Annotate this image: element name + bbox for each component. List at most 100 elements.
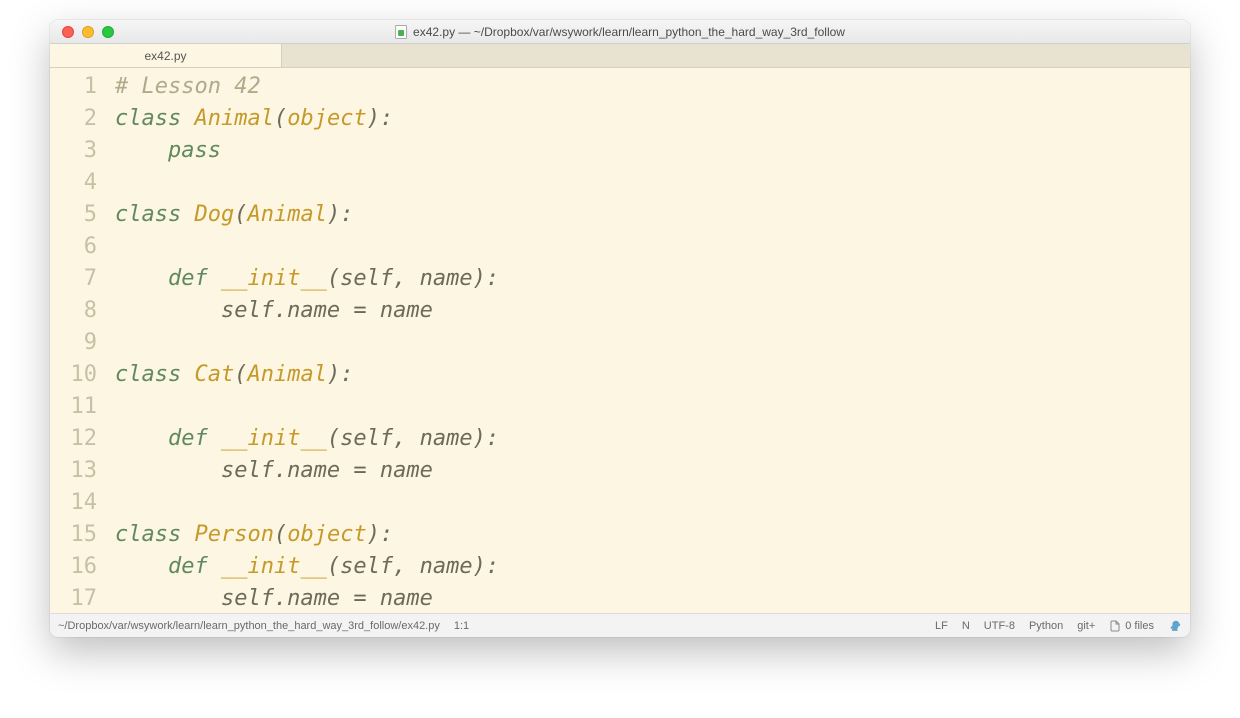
line-number: 7 [50,263,115,295]
token-keyword: class [115,202,194,227]
code-line[interactable] [115,231,1190,263]
token-punct: ): [327,362,354,387]
tab-ex42[interactable]: ex42.py [50,44,282,67]
status-mode[interactable]: N [962,620,970,632]
status-bar: ~/Dropbox/var/wsywork/learn/learn_python… [50,613,1190,637]
squirrel-icon[interactable] [1168,619,1182,633]
token-plain [115,426,168,451]
token-punct: ): [367,106,394,131]
code-line[interactable]: self.name = name [115,455,1190,487]
window-title: ex42.py — ~/Dropbox/var/wsywork/learn/le… [395,25,845,39]
code-line[interactable] [115,327,1190,359]
token-typename: object [287,106,366,131]
code-line[interactable]: self.name = name [115,583,1190,613]
token-keyword: pass [168,138,221,163]
line-number: 11 [50,391,115,423]
line-number: 8 [50,295,115,327]
tab-label: ex42.py [144,49,186,63]
token-funcname: __init__ [221,554,327,579]
token-plain: self.name = name [115,586,433,611]
token-punct: ): [367,522,394,547]
status-path[interactable]: ~/Dropbox/var/wsywork/learn/learn_python… [58,620,440,632]
token-plain [115,266,168,291]
status-line-ending[interactable]: LF [935,620,948,632]
title-bar: ex42.py — ~/Dropbox/var/wsywork/learn/le… [50,20,1190,44]
status-git[interactable]: git+ [1077,620,1095,632]
line-number: 16 [50,551,115,583]
line-number: 17 [50,583,115,615]
token-punct: ( [274,522,287,547]
file-icon [1109,620,1121,632]
status-position[interactable]: 1:1 [454,620,469,632]
token-typename: Cat [194,362,234,387]
line-number: 5 [50,199,115,231]
code-line[interactable] [115,167,1190,199]
token-plain [115,138,168,163]
status-files[interactable]: 0 files [1109,620,1154,632]
line-number-gutter: 1234567891011121314151617 [50,68,115,613]
code-line[interactable]: class Animal(object): [115,103,1190,135]
token-typename: Animal [247,202,326,227]
line-number: 1 [50,71,115,103]
line-number: 10 [50,359,115,391]
token-typename: Dog [194,202,234,227]
line-number: 6 [50,231,115,263]
token-keyword: class [115,362,194,387]
code-line[interactable]: class Cat(Animal): [115,359,1190,391]
code-line[interactable]: pass [115,135,1190,167]
line-number: 15 [50,519,115,551]
token-punct: ( [234,202,247,227]
token-keyword: def [168,426,221,451]
window-title-text: ex42.py — ~/Dropbox/var/wsywork/learn/le… [413,25,845,39]
code-line[interactable] [115,487,1190,519]
token-typename: Animal [194,106,273,131]
token-comment: # Lesson 42 [115,74,261,99]
code-line[interactable]: self.name = name [115,295,1190,327]
status-left: ~/Dropbox/var/wsywork/learn/learn_python… [58,620,935,632]
code-text-area[interactable]: # Lesson 42class Animal(object): passcla… [115,68,1190,613]
close-button[interactable] [62,26,74,38]
editor-area: 1234567891011121314151617 # Lesson 42cla… [50,68,1190,613]
token-funcname: __init__ [221,426,327,451]
token-keyword: def [168,266,221,291]
token-plain: self.name = name [115,458,433,483]
token-funcname: __init__ [221,266,327,291]
token-punct: ( [274,106,287,131]
code-line[interactable] [115,391,1190,423]
token-punct: (self, name): [327,426,499,451]
code-line[interactable]: # Lesson 42 [115,71,1190,103]
token-plain [115,554,168,579]
code-line[interactable]: class Dog(Animal): [115,199,1190,231]
token-typename: Person [194,522,273,547]
code-line[interactable]: def __init__(self, name): [115,423,1190,455]
token-typename: Animal [247,362,326,387]
line-number: 13 [50,455,115,487]
status-right: LF N UTF-8 Python git+ 0 files [935,619,1182,633]
line-number: 12 [50,423,115,455]
token-punct: ): [327,202,354,227]
line-number: 4 [50,167,115,199]
token-punct: ( [234,362,247,387]
status-language[interactable]: Python [1029,620,1063,632]
traffic-lights [50,26,114,38]
token-keyword: class [115,106,194,131]
token-punct: (self, name): [327,266,499,291]
minimize-button[interactable] [82,26,94,38]
tab-bar: ex42.py [50,44,1190,68]
status-files-text: 0 files [1125,620,1154,632]
line-number: 14 [50,487,115,519]
line-number: 3 [50,135,115,167]
status-encoding[interactable]: UTF-8 [984,620,1015,632]
editor-window: ex42.py — ~/Dropbox/var/wsywork/learn/le… [50,20,1190,637]
file-icon [395,25,407,39]
line-number: 9 [50,327,115,359]
token-keyword: class [115,522,194,547]
token-punct: (self, name): [327,554,499,579]
code-line[interactable]: def __init__(self, name): [115,263,1190,295]
code-line[interactable]: def __init__(self, name): [115,551,1190,583]
token-typename: object [287,522,366,547]
code-line[interactable]: class Person(object): [115,519,1190,551]
line-number: 2 [50,103,115,135]
maximize-button[interactable] [102,26,114,38]
token-plain: self.name = name [115,298,433,323]
